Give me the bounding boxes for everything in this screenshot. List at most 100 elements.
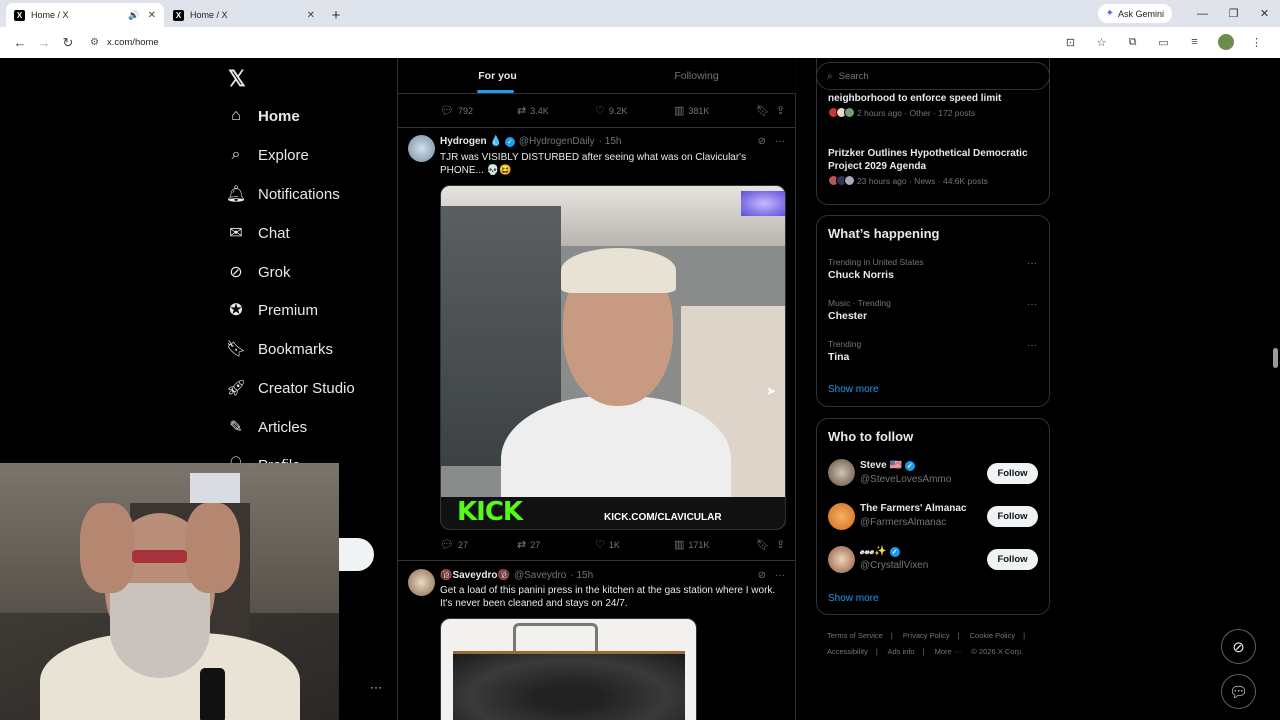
views-button[interactable]: ▥ 171K [674, 538, 756, 551]
grok-icon[interactable]: ⊘ [758, 136, 766, 147]
grok-icon[interactable]: ⊘ [758, 570, 766, 581]
extensions-icon[interactable]: ⧉ [1117, 30, 1148, 54]
more-icon[interactable]: ··· [775, 136, 785, 147]
follow-button[interactable]: Follow [987, 463, 1038, 484]
nav-articles[interactable]: ✎ Articles [226, 412, 307, 442]
account-handle[interactable]: @SteveLovesAmmo [860, 474, 951, 485]
repost-button[interactable]: ⇄ 3.4K [517, 104, 595, 117]
views-button[interactable]: ▥ 381K [674, 104, 756, 117]
tweet-time[interactable]: · 15h [570, 570, 593, 581]
share-button[interactable]: ⇪ [776, 538, 789, 551]
trend-more-icon[interactable]: ··· [1027, 258, 1037, 269]
show-more-link[interactable]: Show more [828, 384, 879, 395]
reply-button[interactable]: 💬︎ 27 [440, 538, 517, 551]
nav-chat[interactable]: ✉ Chat [226, 218, 289, 248]
footer-link[interactable]: Ads info [887, 647, 914, 656]
account-name[interactable]: The Farmers' Almanac [860, 503, 967, 514]
new-tab-button[interactable]: + [324, 3, 348, 27]
browser-tab-1[interactable]: X Home / X 🔊 ✕ [6, 3, 164, 27]
search-input[interactable]: ⌕ Search [816, 62, 1050, 90]
news-title[interactable]: neighborhood to enforce speed limit [828, 92, 1043, 105]
x-logo-icon[interactable]: 𝕏 [228, 66, 246, 92]
scrollbar-thumb[interactable] [1273, 348, 1278, 368]
trend-name[interactable]: Chuck Norris [828, 269, 894, 281]
trend-more-icon[interactable]: ··· [1027, 340, 1037, 351]
nav-explore[interactable]: ⌕ Explore [226, 140, 309, 170]
tweet-video[interactable]: KICK KICK.COM/CLAVICULAR [440, 185, 786, 530]
reply-button[interactable]: 💬︎ 792 [440, 104, 517, 117]
like-button[interactable]: ♡ 1K [595, 538, 674, 551]
author-handle[interactable]: @HydrogenDaily [519, 136, 595, 147]
bookmark-button[interactable]: 🔖︎ [756, 538, 776, 551]
url-field[interactable]: ⚙ x.com/home [90, 37, 159, 48]
kebab-menu-icon[interactable]: ⋮ [1241, 30, 1272, 54]
tab-for-you[interactable]: For you [398, 58, 597, 93]
follow-button[interactable]: Follow [987, 506, 1038, 527]
footer-link[interactable]: More ··· [935, 647, 962, 656]
trend-name[interactable]: Chester [828, 310, 867, 322]
grok-fab-icon[interactable]: ⊘ [1221, 629, 1256, 664]
author-handle[interactable]: @Saveydro [514, 570, 566, 581]
bookmark-button[interactable]: 🔖︎ [756, 104, 776, 117]
minimize-icon[interactable]: — [1187, 0, 1218, 27]
author-name[interactable]: Saveydro [452, 570, 497, 581]
avatar[interactable] [828, 503, 855, 530]
post-button[interactable] [339, 538, 374, 571]
footer-link[interactable]: Privacy Policy [903, 631, 950, 640]
avatar[interactable] [828, 546, 855, 573]
ask-gemini-button[interactable]: ✦ Ask Gemini [1097, 4, 1172, 23]
article-icon: ✎ [229, 419, 243, 436]
nav-premium[interactable]: ✪ Premium [226, 295, 318, 325]
trend-more-icon[interactable]: ··· [1027, 299, 1037, 310]
reload-icon[interactable]: ↻ [56, 31, 80, 55]
media-controls-icon[interactable]: ≡ [1179, 30, 1210, 54]
show-more-link[interactable]: Show more [828, 593, 879, 604]
nav-creator-studio[interactable]: 🚀︎ Creator Studio [226, 373, 355, 403]
install-app-icon[interactable]: ⊡ [1055, 30, 1086, 54]
close-window-icon[interactable]: ✕ [1249, 0, 1280, 27]
speaker-icon[interactable]: 🔊 [128, 10, 139, 21]
avatar[interactable] [408, 569, 435, 596]
close-tab-icon[interactable]: ✕ [307, 10, 315, 21]
tweet-image[interactable] [440, 618, 697, 720]
footer-link[interactable]: Cookie Policy [970, 631, 1015, 640]
footer-link[interactable]: Terms of Service [827, 631, 883, 640]
account-handle[interactable]: @CrystallVixen [860, 560, 928, 571]
like-button[interactable]: ♡ 9.2K [595, 104, 674, 117]
footer-link[interactable]: Accessibility [827, 647, 868, 656]
rocket-icon: 🚀︎ [225, 380, 247, 397]
news-title[interactable]: Pritzker Outlines Hypothetical Democrati… [828, 147, 1043, 173]
close-tab-icon[interactable]: ✕ [148, 10, 156, 21]
scrollbar[interactable] [1270, 58, 1280, 720]
nav-home[interactable]: ⌂ Home [226, 101, 300, 131]
author-name[interactable]: Hydrogen 💧 [440, 136, 502, 147]
star-icon[interactable]: ☆ [1086, 30, 1117, 54]
site-info-icon[interactable]: ⚙ [90, 37, 99, 48]
tweet-time[interactable]: · 15h [599, 136, 622, 147]
nav-grok[interactable]: ⊘ Grok [226, 257, 290, 287]
split-view-icon[interactable]: ▭ [1148, 30, 1179, 54]
browser-tab-2[interactable]: X Home / X ✕ [165, 3, 323, 27]
forward-icon[interactable]: → [32, 31, 56, 55]
x-favicon-icon: X [173, 9, 184, 21]
footer-separator: | [957, 631, 960, 640]
account-name[interactable]: 𝓮𝓿𝓮✨ ✓ [860, 546, 900, 557]
avatar[interactable] [408, 135, 435, 162]
trend-name[interactable]: Tina [828, 351, 849, 363]
avatar[interactable] [828, 459, 855, 486]
repost-button[interactable]: ⇄ 27 [517, 538, 595, 551]
author-name-prefix: 🔞 [440, 570, 453, 581]
follow-button[interactable]: Follow [987, 549, 1038, 570]
profile-avatar-icon[interactable] [1210, 30, 1241, 54]
back-icon[interactable]: ← [8, 31, 32, 55]
share-button[interactable]: ⇪ [776, 104, 789, 117]
account-more-icon[interactable]: ··· [370, 680, 382, 694]
more-icon[interactable]: ··· [775, 570, 785, 581]
chat-fab-icon[interactable]: 💬︎ [1221, 674, 1256, 709]
restore-icon[interactable]: ❐ [1218, 0, 1249, 27]
nav-notifications[interactable]: 🔔︎ Notifications [226, 179, 340, 209]
tab-following[interactable]: Following [597, 58, 796, 93]
account-name[interactable]: Steve 🇺🇸 ✓ [860, 460, 915, 471]
nav-bookmarks[interactable]: 🔖︎ Bookmarks [226, 334, 333, 364]
account-handle[interactable]: @FarmersAlmanac [860, 517, 946, 528]
